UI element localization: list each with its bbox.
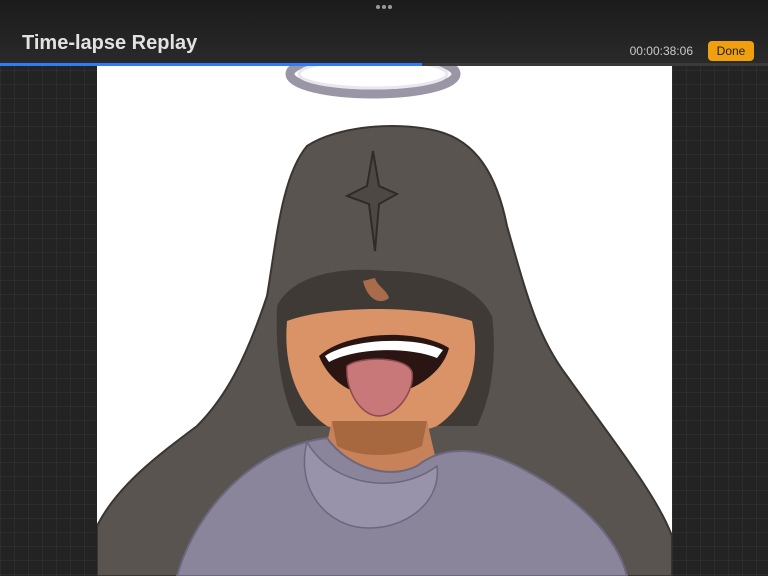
halo [285,66,461,99]
more-options-handle-icon[interactable] [376,4,392,10]
page-title: Time-lapse Replay [22,32,198,54]
artwork-canvas[interactable] [97,66,672,576]
done-button[interactable]: Done [708,41,754,61]
artwork-illustration [97,66,672,576]
header-bar: Time-lapse Replay 00:00:38:06 Done [0,0,768,64]
timelapse-replay-screen: Time-lapse Replay 00:00:38:06 Done [0,0,768,576]
halo-highlight [297,66,449,90]
replay-progress-fill [0,63,423,66]
replay-scrubber[interactable] [0,63,768,66]
elapsed-time: 00:00:38:06 [629,44,693,58]
